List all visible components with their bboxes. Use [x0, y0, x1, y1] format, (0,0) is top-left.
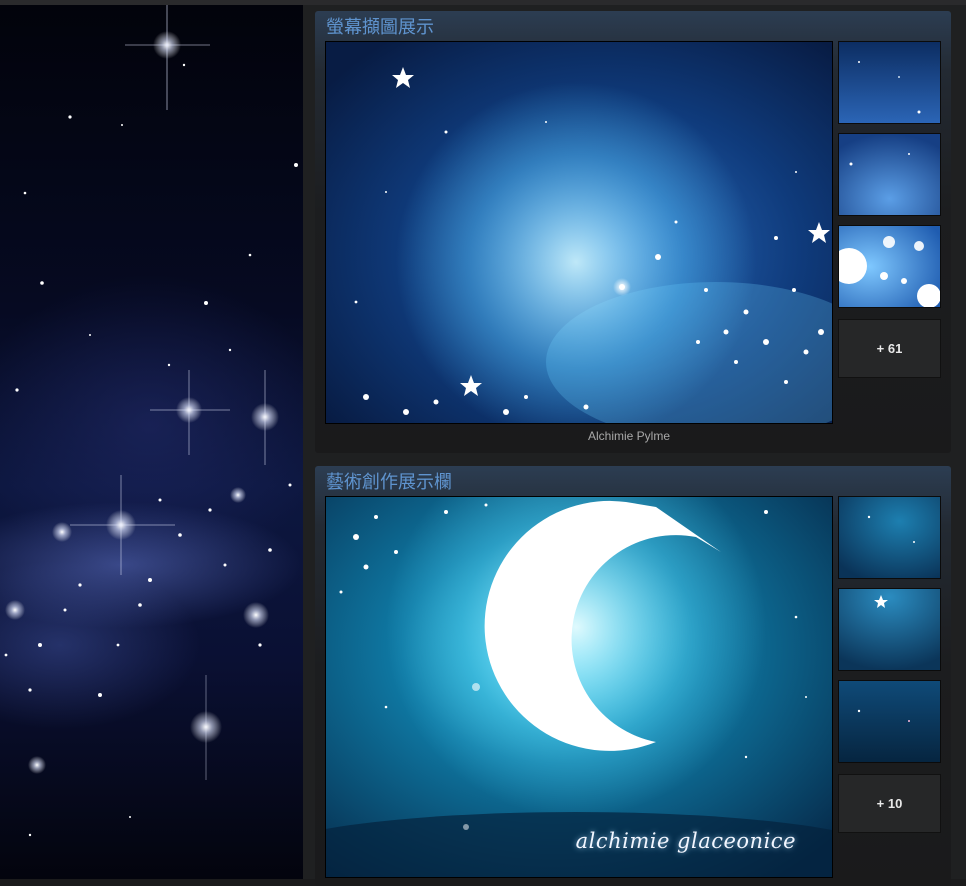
more-screenshots-button[interactable]: + 61: [838, 319, 941, 378]
screenshot-thumb-2[interactable]: [838, 133, 941, 216]
profile-content: 螢幕擷圖展示 + 61 Alchimie Pylme 藝術創作展示欄 alchi…: [303, 5, 966, 886]
screenshot-thumb-3[interactable]: [838, 225, 941, 308]
star-flare-icon: [125, 5, 210, 110]
artwork-thumb-3[interactable]: [838, 680, 941, 763]
artwork-thumb-1[interactable]: [838, 496, 941, 579]
showcase-title: 螢幕擷圖展示: [326, 17, 434, 37]
featured-artwork[interactable]: alchimie glaceonice: [325, 496, 833, 878]
more-artwork-button[interactable]: + 10: [838, 774, 941, 833]
featured-screenshot[interactable]: [325, 41, 833, 424]
artwork-signature: alchimie glaceonice: [575, 829, 796, 853]
artwork-showcase: 藝術創作展示欄 alchimie glaceonice + 10: [315, 466, 951, 886]
screenshot-thumb-1[interactable]: [838, 41, 941, 124]
screenshot-showcase: 螢幕擷圖展示 + 61 Alchimie Pylme: [315, 11, 951, 453]
profile-background: [0, 5, 303, 879]
artwork-thumb-2[interactable]: [838, 588, 941, 671]
screenshot-caption: Alchimie Pylme: [587, 429, 671, 443]
showcase-title: 藝術創作展示欄: [326, 472, 452, 492]
starfield: [4, 5, 298, 837]
